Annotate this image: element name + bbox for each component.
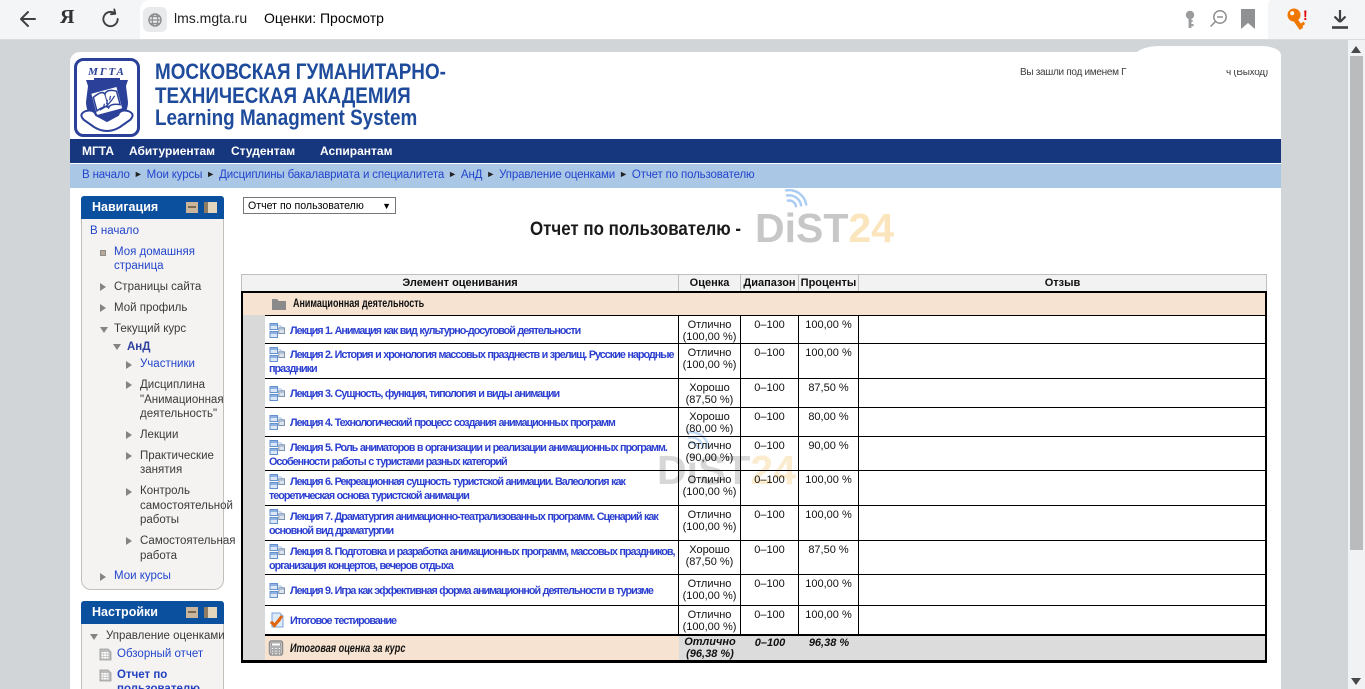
svg-text:!: ! [1303,7,1308,23]
svg-text:МГТА: МГТА [87,66,126,78]
